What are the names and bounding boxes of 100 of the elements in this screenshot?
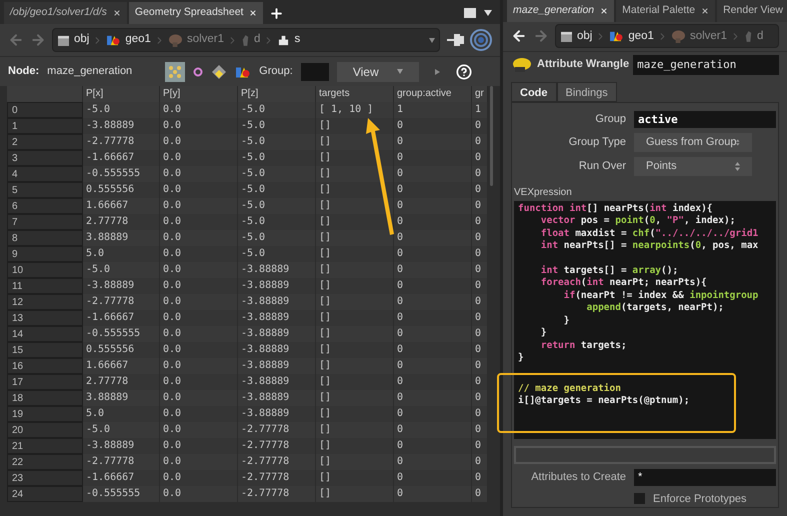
code-line: } — [518, 352, 525, 364]
table-cell: 0.0 — [160, 486, 238, 502]
parameter-tab[interactable]: Code — [511, 82, 556, 102]
clapperboard-icon — [560, 30, 573, 42]
code-line: if(nearPt != index && inpointgroup — [562, 290, 760, 302]
code-line: function int[] nearPts(int index){ — [518, 202, 714, 215]
pane-tab[interactable]: /obj/geo1/solver1/d/s — [4, 2, 127, 24]
shapes-icon — [106, 34, 122, 46]
group-label: Group — [594, 112, 626, 127]
close-icon[interactable] — [600, 7, 608, 15]
circle-icon[interactable] — [193, 66, 204, 76]
help-icon[interactable] — [456, 64, 472, 80]
code-editor[interactable] — [514, 200, 776, 438]
dropdown[interactable]: Points — [634, 156, 752, 176]
updown-caret-icon — [736, 138, 740, 146]
path-crumb[interactable]: geo1 — [609, 28, 654, 45]
blob-icon — [670, 30, 686, 43]
view-dropdown[interactable]: View — [336, 62, 419, 82]
empty-field[interactable] — [514, 446, 776, 464]
row-header[interactable]: 5 — [7, 182, 83, 198]
add-tab-icon[interactable] — [269, 6, 284, 20]
group-label: Group: — [259, 64, 293, 80]
row-header[interactable]: 15 — [7, 342, 83, 358]
path-crumb[interactable]: geo1 — [106, 31, 151, 49]
code-line: i[]@targets = nearPts(@ptnum); — [518, 395, 691, 408]
code-line: // maze generation — [518, 382, 622, 395]
row-header[interactable]: 13 — [7, 310, 83, 326]
row-header[interactable]: 11 — [7, 278, 83, 294]
code-line: vector pos = point(0, "P", index); — [540, 215, 736, 228]
code-line: foreach(int nearPt; nearPts){ — [540, 277, 708, 290]
figure-icon — [744, 30, 754, 43]
checkbox-label: Enforce Prototypes — [653, 492, 747, 506]
diamond-icon[interactable] — [211, 64, 228, 80]
shapes-icon[interactable] — [235, 64, 252, 78]
row-header[interactable]: 4 — [7, 166, 83, 182]
target-icon[interactable] — [470, 29, 492, 51]
path-crumb[interactable]: d — [241, 31, 260, 49]
row-header[interactable]: 2 — [7, 134, 83, 150]
node-type-label: Attribute Wrangle — [537, 57, 630, 72]
row-header[interactable]: 7 — [7, 214, 83, 230]
row-header[interactable]: 14 — [7, 326, 83, 342]
row-header[interactable]: 22 — [7, 454, 83, 470]
figure-icon — [241, 34, 250, 46]
row-header[interactable]: 3 — [7, 150, 83, 166]
play-icon[interactable] — [434, 68, 440, 74]
caret-icon[interactable] — [484, 10, 492, 16]
close-icon[interactable] — [701, 7, 710, 15]
path-crumb[interactable]: s — [277, 31, 300, 49]
row-header[interactable]: 6 — [7, 198, 83, 214]
shapes-icon — [609, 30, 624, 42]
checkbox[interactable] — [634, 493, 645, 504]
node-name: maze_generation — [47, 64, 134, 80]
path-crumb[interactable]: obj — [57, 31, 90, 49]
row-header[interactable]: 21 — [7, 438, 83, 454]
blob-icon — [168, 34, 183, 46]
close-icon[interactable] — [112, 9, 121, 17]
row-header[interactable]: 18 — [7, 390, 83, 406]
tab-label: maze_generation — [513, 3, 594, 18]
vexpression-label: VEXpression — [514, 186, 573, 200]
row-header[interactable]: 17 — [7, 374, 83, 390]
tab-label: Render View — [723, 3, 784, 18]
path-crumb[interactable]: solver1 — [670, 28, 728, 45]
group-field[interactable] — [300, 62, 329, 80]
pane-tab[interactable]: Render View — [717, 0, 787, 22]
dropdown[interactable]: Guess from Group — [634, 132, 752, 152]
row-header[interactable]: 10 — [7, 262, 83, 278]
clapperboard-icon — [57, 34, 70, 46]
path-crumb[interactable]: solver1 — [168, 31, 224, 49]
parameter-tab[interactable]: Bindings — [556, 82, 617, 102]
node-name-field[interactable]: maze_generation — [633, 54, 779, 75]
points-view-button[interactable] — [165, 62, 186, 82]
row-header[interactable]: 12 — [7, 294, 83, 310]
code-line: return targets; — [540, 340, 628, 352]
row-header[interactable]: 1 — [7, 118, 83, 134]
table-cell: [] — [316, 486, 394, 502]
parameter-label: Run Over — [578, 158, 626, 174]
row-header[interactable]: 20 — [7, 422, 83, 438]
row-header[interactable]: 24 — [7, 486, 83, 502]
pane-tab[interactable]: Material Palette — [616, 0, 716, 22]
path-crumb[interactable]: obj — [560, 28, 592, 45]
code-line: } — [562, 314, 570, 327]
row-header[interactable]: 9 — [7, 246, 83, 262]
row-header[interactable]: 0 — [7, 102, 83, 118]
path-crumb[interactable]: d — [744, 28, 764, 45]
group-field[interactable]: active — [634, 110, 776, 128]
table-cell: -2.77778 — [238, 486, 316, 502]
pin-icon[interactable] — [446, 33, 464, 47]
row-header[interactable]: 23 — [7, 470, 83, 486]
scrollbar[interactable] — [490, 86, 493, 186]
pane-tab[interactable]: maze_generation — [507, 0, 614, 22]
row-header[interactable]: 16 — [7, 358, 83, 374]
pane-tab[interactable]: Geometry Spreadsheet — [128, 2, 264, 24]
attributes-field[interactable]: * — [634, 468, 776, 486]
row-header[interactable]: 19 — [7, 406, 83, 422]
stack-icon — [277, 34, 290, 46]
row-header[interactable]: 8 — [7, 230, 83, 246]
code-line: } — [540, 327, 548, 340]
node-label: Node: — [8, 64, 40, 80]
caret-icon — [396, 69, 403, 74]
close-icon[interactable] — [249, 9, 258, 17]
